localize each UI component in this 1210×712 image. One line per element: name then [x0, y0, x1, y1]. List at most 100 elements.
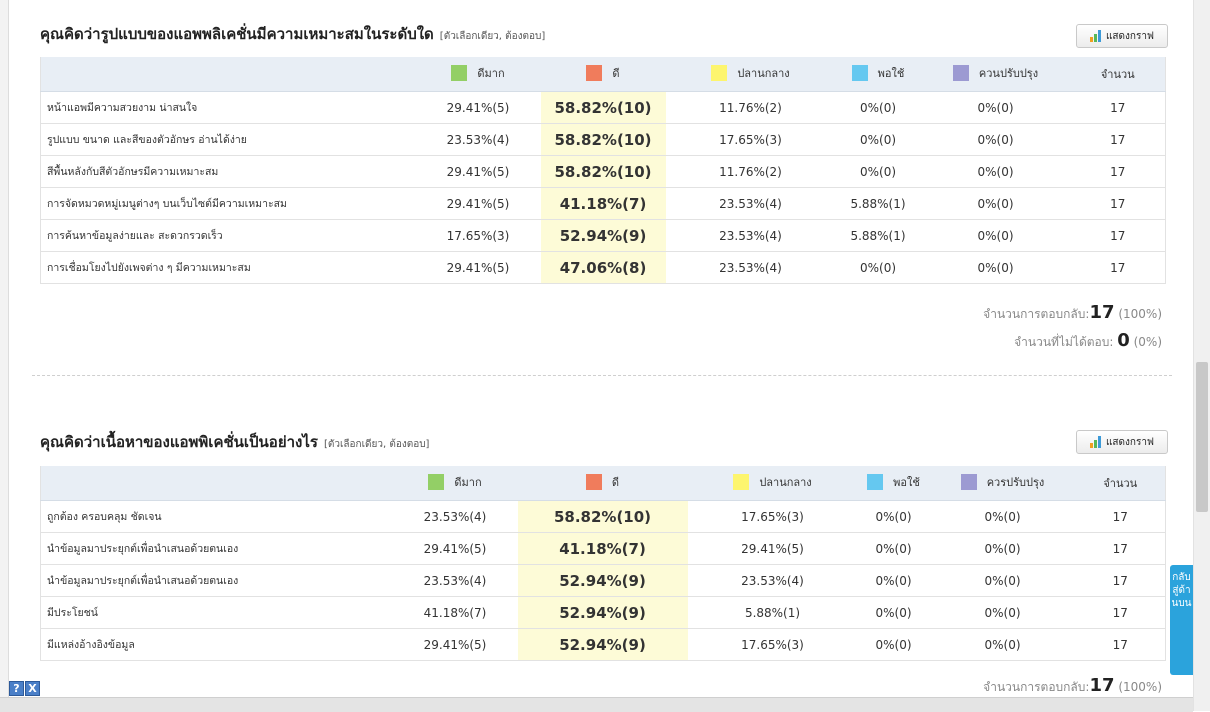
show-graph-button[interactable]: แสดงกราฟ	[1076, 430, 1168, 454]
table-cell: 23.53%(4)	[392, 564, 518, 597]
column-header: ควรปรับปรุง	[929, 466, 1076, 501]
results-table-2: ดีมาก ดี ปลานกลาง พอใช้ ควรปรับปรุง จำนวน ถูก…	[40, 466, 1166, 661]
table-cell: 0%(0)	[857, 532, 930, 565]
table-cell: 52.94%(9)	[540, 219, 666, 252]
question-1-title: คุณคิดว่ารูปแบบของแอพพลิเคชั่นมีความเหมา…	[40, 25, 546, 43]
legend-swatch	[585, 474, 602, 490]
column-header: ดี	[517, 466, 688, 501]
table-cell: 0%(0)	[835, 123, 921, 156]
column-header: ดีมาก	[415, 57, 541, 92]
table-cell: 52.94%(9)	[517, 596, 688, 629]
vertical-scrollbar[interactable]	[1193, 0, 1210, 711]
table-cell: 58.82%(10)	[540, 155, 666, 188]
table-cell: 5.88%(1)	[687, 596, 858, 629]
question-2-hint: [ตัวเลือกเดียว, ต้องตอบ]	[323, 439, 430, 450]
table-cell: 0%(0)	[920, 91, 1071, 124]
row-label: การเชื่อมโยงไปยังเพจต่าง ๆ มีความเหมาะสม	[40, 251, 416, 284]
scrollbar-thumb[interactable]	[1196, 362, 1208, 512]
table-cell: 17.65%(3)	[415, 219, 541, 252]
table-cell: 0%(0)	[857, 628, 930, 661]
table-cell: 17	[1075, 628, 1166, 661]
legend-swatch	[867, 474, 884, 490]
table-cell: 11.76%(2)	[665, 155, 836, 188]
question-2-title: คุณคิดว่าเนื้อหาของแอพพิเคชั่นเป็นอย่างไ…	[40, 433, 430, 451]
table-cell: 17	[1075, 500, 1166, 533]
row-label: การค้นหาข้อมูลง่ายและ สะดวกรวดเร็ว	[40, 219, 416, 252]
row-label: สีพื้นหลังกับสีตัวอักษรมีความเหมาะสม	[40, 155, 416, 188]
show-graph-button[interactable]: แสดงกราฟ	[1076, 24, 1168, 48]
help-toolbar: ? X	[9, 681, 40, 696]
horizontal-scrollbar[interactable]	[0, 697, 1193, 712]
table-cell: 23.53%(4)	[665, 219, 836, 252]
table-cell: 0%(0)	[929, 596, 1076, 629]
row-label: นำข้อมูลมาประยุกต์เพื่อนำเสนอด้วยตนเอง	[40, 564, 393, 597]
table-cell: 23.53%(4)	[415, 123, 541, 156]
table-cell: 17	[1070, 91, 1166, 124]
back-to-top-button[interactable]: กลับสู่ด้านบน	[1170, 565, 1193, 675]
legend-swatch	[711, 65, 728, 81]
column-header: พอใช้	[857, 466, 930, 501]
table-cell: 29.41%(5)	[687, 532, 858, 565]
close-icon[interactable]: X	[25, 681, 40, 696]
table-cell: 17	[1070, 187, 1166, 220]
results-table-1: ดีมาก ดี ปลานกลาง พอใช้ ควนปรับปรุง จำนวน หน้…	[40, 57, 1166, 284]
table-row: หน้าแอพมีความสวยงาม น่าสนใจ 29.41%(5) 58.8…	[40, 91, 1166, 124]
table-cell: 23.53%(4)	[665, 251, 836, 284]
section-divider	[32, 375, 1172, 376]
table-cell: 47.06%(8)	[540, 251, 666, 284]
table-cell: 11.76%(2)	[665, 91, 836, 124]
table-cell: 58.82%(10)	[517, 500, 688, 533]
table-row: การจัดหมวดหมู่เมนูต่างๆ บนเว็บไซต์มีความ…	[40, 187, 1166, 220]
row-label: มีแหล่งอ้างอิงข้อมูล	[40, 628, 393, 661]
table-row: การเชื่อมโยงไปยังเพจต่าง ๆ มีความเหมาะสม…	[40, 251, 1166, 284]
table-row: มีแหล่งอ้างอิงข้อมูล 29.41%(5) 52.94%(9) 17…	[40, 628, 1166, 661]
question-1-hint: [ตัวเลือกเดียว, ต้องตอบ]	[439, 31, 546, 42]
table-cell: 23.53%(4)	[687, 564, 858, 597]
table-header: ดีมาก ดี ปลานกลาง พอใช้ ควนปรับปรุง จำนวน	[40, 57, 1166, 92]
column-header: ดีมาก	[392, 466, 518, 501]
table-cell: 17	[1070, 251, 1166, 284]
table-cell: 52.94%(9)	[517, 564, 688, 597]
table-cell: 29.41%(5)	[415, 251, 541, 284]
legend-swatch	[428, 474, 445, 490]
table-cell: 0%(0)	[835, 251, 921, 284]
column-header: ควนปรับปรุง	[920, 57, 1071, 92]
column-header: พอใช้	[835, 57, 921, 92]
row-label: รูปแบบ ขนาด และสีของตัวอักษร อ่านได้ง่าย	[40, 123, 416, 156]
legend-swatch	[451, 65, 468, 81]
table-cell: 0%(0)	[920, 123, 1071, 156]
table-cell: 5.88%(1)	[835, 219, 921, 252]
column-header: ดี	[540, 57, 666, 92]
table-cell: 58.82%(10)	[540, 123, 666, 156]
table-cell: 17.65%(3)	[687, 500, 858, 533]
table-cell: 0%(0)	[857, 564, 930, 597]
table-cell: 0%(0)	[920, 187, 1071, 220]
table-cell: 0%(0)	[920, 155, 1071, 188]
column-header: จำนวน	[1075, 466, 1166, 501]
table-row: การค้นหาข้อมูลง่ายและ สะดวกรวดเร็ว 17.65%…	[40, 219, 1166, 252]
row-label: การจัดหมวดหมู่เมนูต่างๆ บนเว็บไซต์มีความ…	[40, 187, 416, 220]
responses-summary: จำนวนการตอบกลับ:17 (100%)	[983, 302, 1162, 323]
table-cell: 0%(0)	[835, 91, 921, 124]
table-cell: 29.41%(5)	[392, 628, 518, 661]
table-row: ถูกต้อง ครอบคลุม ชัดเจน 23.53%(4) 58.82%(1…	[40, 500, 1166, 533]
legend-swatch	[851, 65, 868, 81]
column-header: ปลานกลาง	[665, 57, 836, 92]
row-label: หน้าแอพมีความสวยงาม น่าสนใจ	[40, 91, 416, 124]
table-cell: 0%(0)	[929, 532, 1076, 565]
header-cell-blank	[40, 466, 393, 501]
bar-chart-icon	[1089, 436, 1101, 448]
table-cell: 17.65%(3)	[687, 628, 858, 661]
table-cell: 58.82%(10)	[540, 91, 666, 124]
bar-chart-icon	[1089, 30, 1101, 42]
table-cell: 0%(0)	[929, 628, 1076, 661]
table-cell: 41.18%(7)	[540, 187, 666, 220]
survey-results: คุณคิดว่ารูปแบบของแอพพลิเคชั่นมีความเหมา…	[32, 0, 1172, 711]
table-cell: 17	[1070, 219, 1166, 252]
help-icon[interactable]: ?	[9, 681, 24, 696]
table-cell: 17	[1070, 155, 1166, 188]
table-cell: 29.41%(5)	[392, 532, 518, 565]
table-header: ดีมาก ดี ปลานกลาง พอใช้ ควรปรับปรุง จำนวน	[40, 466, 1166, 501]
table-cell: 23.53%(4)	[665, 187, 836, 220]
table-cell: 41.18%(7)	[517, 532, 688, 565]
